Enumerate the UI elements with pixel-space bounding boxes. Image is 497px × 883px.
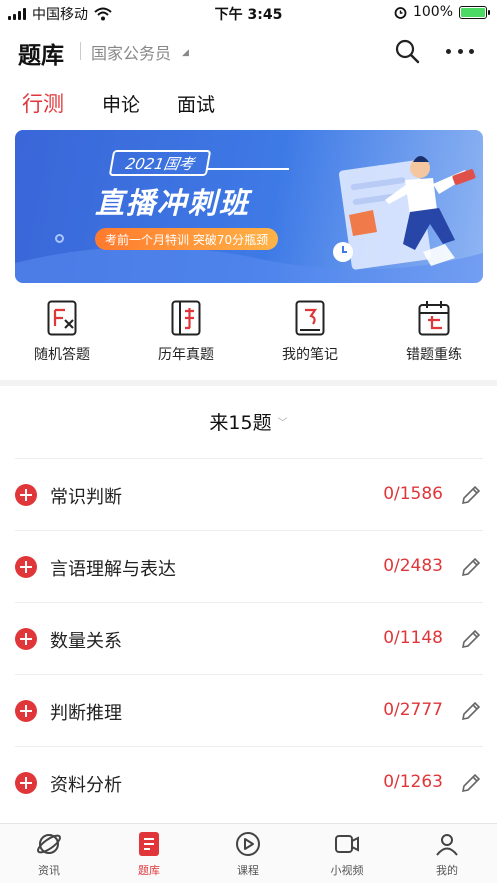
category-row[interactable]: 数量关系 0/1148 (15, 602, 483, 674)
play-circle-icon (236, 832, 260, 856)
exam-selector-arrow-icon[interactable]: ◢ (182, 48, 189, 58)
battery-percent: 100% (412, 4, 453, 20)
video-icon (335, 835, 359, 853)
chevron-down-icon: ﹀ (277, 418, 288, 429)
category-name: 常识判断 (50, 487, 122, 508)
tab-mianshi[interactable]: 面试 (177, 90, 215, 117)
page-title: 题库 (18, 43, 64, 69)
tabbar-news-label: 资讯 (38, 864, 60, 877)
category-row[interactable]: 判断推理 0/2777 (15, 674, 483, 746)
category-progress: 0/2777 (383, 700, 443, 720)
tab-xingce[interactable]: 行测 (22, 88, 64, 118)
tab-shenlun[interactable]: 申论 (102, 90, 140, 117)
pencil-icon[interactable] (459, 699, 483, 723)
tabbar-question-bank[interactable]: 题库 (109, 830, 189, 878)
more-icon[interactable] (446, 38, 474, 64)
tabbar-short-video[interactable]: 小视频 (307, 830, 387, 878)
battery-icon (459, 5, 490, 19)
banner-headline: 直播冲刺班 (95, 186, 251, 220)
category-name: 资料分析 (50, 775, 122, 796)
profile-icon (436, 834, 458, 856)
tabbar-profile[interactable]: 我的 (407, 830, 487, 878)
category-progress: 0/1263 (383, 772, 443, 792)
category-row[interactable]: 言语理解与表达 0/2483 (15, 530, 483, 602)
banner-dot-decoration (55, 234, 64, 243)
notes-icon (295, 300, 325, 336)
tabbar-profile-label: 我的 (436, 864, 458, 877)
quick-random-quiz[interactable]: 随机答题 (7, 300, 117, 364)
pencil-icon[interactable] (459, 771, 483, 795)
banner-tag: 2021国考 (108, 150, 212, 176)
pencil-icon[interactable] (459, 483, 483, 507)
app-header: 题库 国家公务员 ◢ (0, 26, 497, 76)
tabbar-courses[interactable]: 课程 (208, 830, 288, 878)
pencil-icon[interactable] (459, 555, 483, 579)
category-list: 常识判断 0/1586 言语理解与表达 0/2483 数量关系 0/1148 判… (15, 458, 483, 818)
search-icon[interactable] (394, 38, 420, 64)
promo-banner[interactable]: 2021国考 直播冲刺班 考前一个月特训 突破70分瓶颈 (15, 130, 483, 283)
category-progress: 0/1148 (383, 628, 443, 648)
header-divider (80, 42, 81, 60)
random-quiz-icon (47, 300, 77, 336)
banner-illustration (333, 156, 476, 270)
quick-past-papers[interactable]: 历年真题 (131, 300, 241, 364)
section-separator (0, 380, 497, 386)
question-count-label: 来15题 (209, 412, 272, 434)
quick-notes[interactable]: 我的笔记 (255, 300, 365, 364)
banner-subtitle: 考前一个月特训 突破70分瓶颈 (95, 228, 279, 250)
quick-mistakes-label: 错题重练 (406, 347, 462, 363)
category-name: 言语理解与表达 (50, 559, 176, 580)
quick-notes-label: 我的笔记 (282, 347, 338, 363)
banner-tag-line (207, 168, 289, 170)
subject-tabs: 行测 申论 面试 (0, 86, 497, 122)
alarm-icon (394, 6, 407, 19)
past-papers-icon (171, 300, 201, 336)
expand-plus-icon[interactable] (15, 484, 37, 506)
question-bank-icon (139, 832, 159, 856)
tabbar-short-video-label: 小视频 (330, 864, 364, 877)
quick-random-quiz-label: 随机答题 (34, 347, 90, 363)
category-row[interactable]: 资料分析 0/1263 (15, 746, 483, 818)
bottom-tab-bar: 资讯 题库 课程 小视频 我的 (0, 823, 497, 883)
expand-plus-icon[interactable] (15, 628, 37, 650)
category-name: 判断推理 (50, 703, 122, 724)
category-progress: 0/1586 (383, 484, 443, 504)
category-name: 数量关系 (50, 631, 122, 652)
pencil-icon[interactable] (459, 627, 483, 651)
quick-mistakes[interactable]: 错题重练 (379, 300, 489, 364)
expand-plus-icon[interactable] (15, 556, 37, 578)
tabbar-question-bank-label: 题库 (138, 864, 160, 877)
category-progress: 0/2483 (383, 556, 443, 576)
quick-past-papers-label: 历年真题 (158, 347, 214, 363)
quick-actions: 随机答题 历年真题 我的笔记 错题重练 (0, 300, 497, 372)
tabbar-courses-label: 课程 (237, 864, 259, 877)
category-row[interactable]: 常识判断 0/1586 (15, 458, 483, 530)
planet-icon (37, 834, 61, 854)
exam-selector[interactable]: 国家公务员 (91, 40, 171, 64)
tabbar-news[interactable]: 资讯 (9, 830, 89, 878)
question-count-selector[interactable]: 来15题 ﹀ (0, 408, 497, 435)
status-bar: 中国移动 下午 3:45 100% (0, 0, 497, 26)
mistakes-icon (418, 301, 450, 336)
expand-plus-icon[interactable] (15, 772, 37, 794)
expand-plus-icon[interactable] (15, 700, 37, 722)
